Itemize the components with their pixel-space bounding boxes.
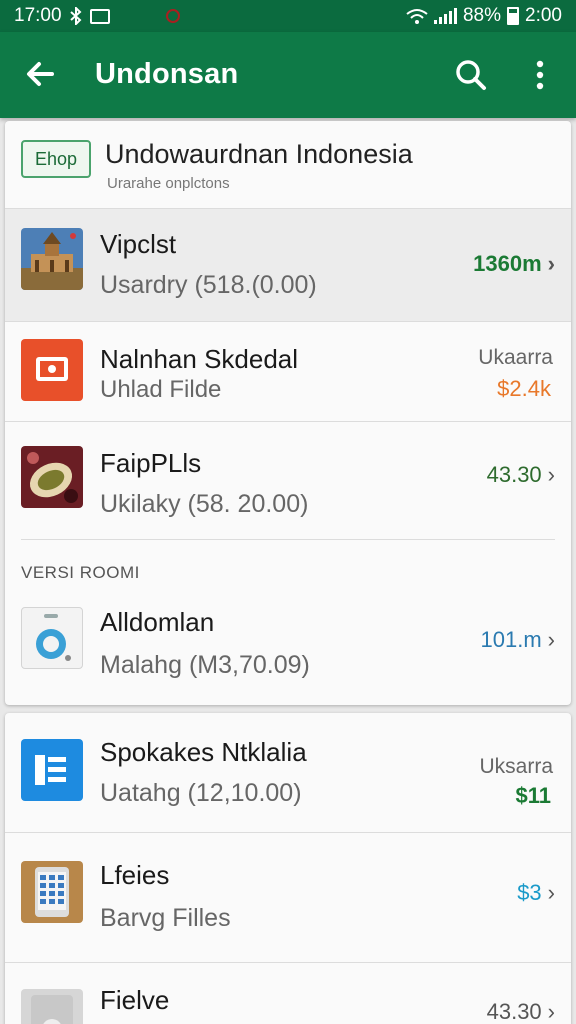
signal-icon [433, 8, 457, 24]
status-time-left: 17:00 [14, 5, 62, 26]
list-card-primary: Ehop Undowaurdnan Indonesia Urarahe onpl… [5, 121, 571, 705]
item-value: 43.30 › [487, 462, 555, 488]
item-status: Ukaarra [478, 346, 553, 369]
item-subtitle: Malahg (M3,70.09) [100, 651, 310, 679]
list-item[interactable]: Nalnhan Skdedal Uhlad Filde Ukaarra $2.4… [5, 321, 571, 421]
device-grey-icon [21, 989, 83, 1024]
item-title: Lfeies [100, 860, 170, 890]
back-arrow-icon[interactable] [20, 54, 60, 94]
list-card-secondary: Spokakes Ntklalia Uatahg (12,10.00) Uksa… [5, 713, 571, 1024]
store-subtitle: Urarahe onplctons [107, 175, 230, 192]
item-value-text: $3 [517, 880, 542, 905]
item-status: Uksarra [479, 755, 553, 778]
status-time-right: 2:00 [525, 5, 562, 26]
item-price: $11 [516, 783, 552, 809]
shop-chip[interactable]: Ehop [21, 140, 91, 178]
store-title: Undowaurdnan Indonesia [105, 139, 413, 169]
item-value-text: $2.4k [497, 376, 551, 401]
bluetooth-icon [69, 7, 82, 25]
item-value: 1360m › [473, 251, 555, 277]
battery-icon [507, 7, 520, 25]
battery-percent: 88% [462, 5, 502, 26]
item-value-text: $11 [515, 783, 552, 808]
store-header: Ehop Undowaurdnan Indonesia Urarahe onpl… [5, 121, 571, 209]
section-label: VERSI ROOMI [21, 563, 140, 582]
temple-photo-icon [21, 228, 83, 290]
item-subtitle: Barvg Filles [100, 904, 231, 932]
item-value-text: 101.m [480, 627, 542, 652]
screen-cast-icon [21, 339, 83, 401]
phone-calculator-icon [21, 861, 83, 923]
item-subtitle: Uatahg (12,10.00) [100, 779, 302, 807]
notification-dot-icon [166, 9, 180, 23]
divider [21, 539, 555, 540]
item-value-text: 1360m [473, 251, 542, 276]
item-value: 43.30 › [487, 999, 555, 1024]
list-item[interactable]: Vipclst Usardry (518.(0.00) 1360m › [5, 208, 571, 321]
chevron-right-icon: › [547, 627, 555, 652]
chevron-right-icon: › [547, 462, 555, 487]
item-title: Fielve [100, 985, 170, 1015]
list-item[interactable]: FaipPLls Ukilaky (58. 20.00) 43.30 › [5, 421, 571, 541]
item-title: Spokakes Ntklalia [100, 737, 307, 767]
status-bar: 17:00 88% 2:00 [0, 0, 576, 32]
item-title: FaipPLls [100, 448, 202, 478]
item-subtitle: Ukilaky (58. 20.00) [100, 490, 309, 518]
list-item[interactable]: Lfeies Barvg Filles $3 › [5, 832, 571, 961]
washing-machine-icon [21, 607, 83, 669]
list-item[interactable]: Fielve 43.30 › [5, 962, 571, 1024]
chevron-right-icon: › [547, 251, 555, 276]
item-subtitle: Usardry (518.(0.00) [100, 271, 317, 299]
wifi-icon [406, 9, 428, 24]
page-title: Undonsan [95, 58, 239, 90]
item-value-text: 43.30 [486, 999, 542, 1024]
chevron-right-icon: › [547, 999, 555, 1024]
image-icon [89, 8, 110, 24]
app-bar: Undonsan [0, 32, 576, 118]
item-title: Alldomlan [100, 607, 215, 637]
list-item[interactable]: Spokakes Ntklalia Uatahg (12,10.00) Uksa… [5, 713, 571, 831]
item-price: $2.4k [497, 376, 551, 402]
item-title: Vipclst [100, 229, 177, 259]
coffee-photo-icon [21, 446, 83, 508]
item-value: 101.m › [481, 627, 555, 653]
item-subtitle: Uhlad Filde [100, 376, 222, 403]
chevron-right-icon: › [547, 880, 555, 905]
list-item[interactable]: Alldomlan Malahg (M3,70.09) 101.m › [5, 591, 571, 705]
search-icon[interactable] [450, 54, 492, 96]
more-options-icon[interactable] [522, 54, 558, 96]
document-list-icon [21, 739, 83, 801]
item-value: $3 › [517, 880, 555, 906]
item-title: Nalnhan Skdedal [100, 344, 299, 374]
item-value-text: 43.30 [486, 462, 542, 487]
